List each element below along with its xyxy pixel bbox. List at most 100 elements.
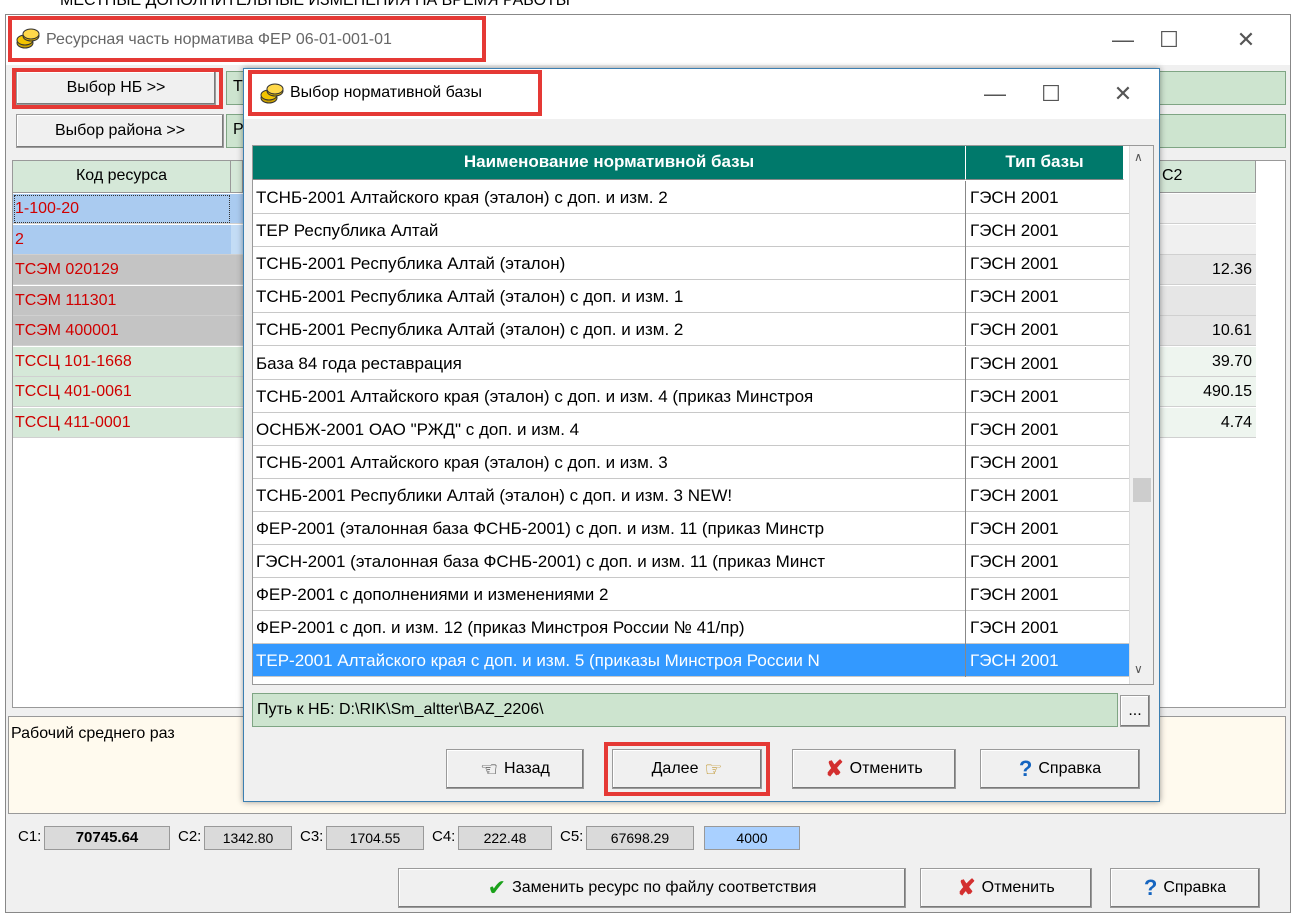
col-header-c2[interactable]: С2 [1158, 161, 1256, 193]
grid-row-code[interactable]: 1-100-20 [13, 194, 231, 224]
base-name-cell: ТЕР-2001 Алтайского края с доп. и изм. 5… [253, 644, 966, 678]
base-name-cell: ТСНБ-2001 Алтайского края (эталон) с доп… [253, 445, 966, 479]
main-help-button[interactable]: ? Справка [1110, 868, 1260, 908]
grid-row-c2[interactable]: 4.74 [1158, 407, 1256, 438]
main-cancel-button[interactable]: ✘ Отменить [920, 868, 1092, 908]
base-table-row[interactable]: ТСНБ-2001 Республика Алтай (эталон) ГЭСН … [253, 247, 1137, 281]
grid-row-name[interactable] [231, 316, 243, 346]
base-table-row[interactable]: ТСНБ-2001 Алтайского края (эталон) с доп… [253, 181, 1137, 214]
base-table-row[interactable]: ТЕР Республика Алтай ГЭСН 2001 [253, 214, 1137, 248]
grid-row-c2[interactable]: 490.15 [1158, 377, 1256, 407]
dialog-minimize-button[interactable]: — [972, 69, 1018, 119]
base-name-cell: ФЕР-2001 с дополнениями и изменениями 2 [253, 578, 966, 612]
col-header-code[interactable]: Код ресурса [13, 161, 231, 193]
grid-row-name[interactable] [231, 377, 243, 407]
maximize-button[interactable]: ☐ [1146, 15, 1192, 65]
base-type-cell: ГЭСН 2001 [970, 519, 1059, 538]
base-type-cell: ГЭСН 2001 [970, 353, 1059, 373]
base-table-row[interactable]: ФЕР-2001 с доп. и изм. 12 (приказ Минстр… [253, 611, 1137, 645]
grid-row-code[interactable]: ТССЦ 101-1668 [13, 346, 231, 377]
dialog-titlebar: Выбор нормативной базы — ☐ ✕ [244, 69, 1159, 119]
base-name-cell: ТСНБ-2001 Алтайского края (эталон) с доп… [253, 379, 966, 413]
base-table-row[interactable]: База 84 года реставрация ГЭСН 2001 [253, 346, 1137, 380]
grid-row-c2[interactable] [1158, 285, 1256, 316]
grid-row-name[interactable] [231, 194, 243, 224]
base-type-cell: ГЭСН 2001 [970, 386, 1059, 406]
base-name-cell: ФЕР-2001 (эталонная база ФСНБ-2001) с до… [253, 512, 966, 545]
grid-row-name[interactable] [231, 346, 243, 377]
grid-row-code[interactable]: ТСЭМ 111301 [13, 285, 231, 316]
base-type-cell: ГЭСН 2001 [970, 254, 1059, 274]
grid-row-code[interactable]: ТССЦ 411-0001 [13, 407, 231, 438]
base-table-row[interactable]: ГЭСН-2001 (эталонная база ФСНБ-2001) с д… [253, 545, 1137, 579]
base-table-row[interactable]: ОСНБЖ-2001 ОАО "РЖД" с доп. и изм. 4 ГЭСН… [253, 412, 1137, 446]
col-header-base-type[interactable]: Тип базы [966, 146, 1124, 180]
base-type-cell: ГЭСН 2001 [970, 188, 1059, 207]
base-type-cell: ГЭСН 2001 [970, 618, 1059, 638]
close-button[interactable]: ✕ [1223, 15, 1269, 65]
base-path-text: Путь к НБ: D:\RIK\Sm_altter\BAZ_2206\ [257, 701, 544, 718]
grid-row-code[interactable]: ТССЦ 401-0061 [13, 377, 231, 407]
base-name-cell: ТСНБ-2001 Алтайского края (эталон) с доп… [253, 181, 966, 214]
c1-value: 70745.64 [44, 826, 170, 850]
coins-icon [16, 28, 40, 50]
grid-row-name[interactable] [231, 285, 243, 316]
background-text: МЕСТНЫЕ ДОПОЛНИТЕЛЬНЫЕ ИЗМЕНЕНИЯ НА ВРЕМ… [60, 0, 570, 9]
grid-row-code[interactable]: 2 [13, 224, 231, 255]
grid-row-c2[interactable]: 10.61 [1158, 316, 1256, 346]
dialog-close-button[interactable]: ✕ [1100, 69, 1146, 119]
base-table-row[interactable]: ТСНБ-2001 Алтайского края (эталон) с доп… [253, 445, 1137, 479]
next-button[interactable]: Далее ☞ [612, 749, 762, 789]
c5-value: 67698.29 [586, 826, 694, 850]
grid-row-name[interactable] [231, 224, 243, 255]
grid-row-code[interactable]: ТСЭМ 400001 [13, 316, 231, 346]
cross-icon: ✘ [825, 756, 844, 781]
dialog-help-button[interactable]: ? Справка [980, 749, 1140, 789]
base-type-cell: ГЭСН 2001 [970, 552, 1059, 572]
col-header-name[interactable] [231, 161, 243, 193]
minimize-button[interactable]: — [1100, 15, 1146, 65]
table-scrollbar[interactable]: ∧ ∨ [1129, 146, 1153, 684]
base-name-cell: ГЭСН-2001 (эталонная база ФСНБ-2001) с д… [253, 545, 966, 579]
scroll-thumb[interactable] [1133, 478, 1151, 502]
scroll-down-icon[interactable]: ∨ [1134, 662, 1143, 676]
c3-label: С3: [300, 828, 324, 845]
base-table-row[interactable]: ФЕР-2001 с дополнениями и изменениями 2Г… [253, 578, 1137, 612]
hand-left-icon: ☜ [480, 758, 499, 781]
scroll-up-icon[interactable]: ∧ [1134, 150, 1143, 164]
help-icon: ? [1143, 875, 1158, 900]
grid-row-name[interactable] [231, 407, 243, 438]
base-type-cell: ГЭСН 2001 [970, 485, 1059, 505]
main-titlebar: Ресурсная часть норматива ФЕР 06-01-001-… [6, 15, 1290, 65]
base-name-cell: ТСНБ-2001 Республика Алтай (эталон) с до… [253, 280, 966, 314]
base-table[interactable]: Наименование нормативной базы Тип базы Т… [252, 145, 1154, 685]
grid-row-c2[interactable]: 12.36 [1158, 255, 1256, 285]
grid-row-c2[interactable] [1158, 194, 1256, 224]
col-header-base-name[interactable]: Наименование нормативной базы [253, 146, 966, 180]
grid-row-code[interactable]: ТСЭМ 020129 [13, 255, 231, 285]
grid-row-name[interactable] [231, 255, 243, 285]
replace-resource-button[interactable]: ✔ Заменить ресурс по файлу соответствия [398, 868, 906, 908]
base-type-cell: ГЭСН 2001 [970, 452, 1059, 472]
select-nb-button[interactable]: Выбор НБ >> [16, 71, 216, 105]
browse-button[interactable]: ... [1120, 695, 1150, 727]
base-table-row[interactable]: ТСНБ-2001 Республики Алтай (эталон) с до… [253, 478, 1137, 512]
c2-value: 1342.80 [204, 826, 292, 850]
c1-label: С1: [18, 828, 42, 845]
back-button[interactable]: ☜ Назад [446, 749, 584, 789]
base-table-row[interactable]: ТЕР-2001 Алтайского края с доп. и изм. 5… [253, 644, 1137, 678]
extra-value: 4000 [704, 826, 800, 850]
select-region-button[interactable]: Выбор района >> [16, 114, 224, 148]
dialog-cancel-button[interactable]: ✘ Отменить [792, 749, 956, 789]
base-table-row[interactable]: ТСНБ-2001 Республика Алтай (эталон) с до… [253, 313, 1137, 347]
base-table-row[interactable]: ТСНБ-2001 Алтайского края (эталон) с доп… [253, 379, 1137, 413]
base-name-cell: ТСНБ-2001 Республика Алтай (эталон) с до… [253, 313, 966, 347]
grid-row-c2[interactable]: 39.70 [1158, 346, 1256, 377]
grid-row-c2[interactable] [1158, 224, 1256, 255]
base-type-cell: ГЭСН 2001 [970, 651, 1059, 671]
dialog-maximize-button[interactable]: ☐ [1028, 69, 1074, 119]
c3-value: 1704.55 [326, 826, 424, 850]
base-table-row[interactable]: ФЕР-2001 (эталонная база ФСНБ-2001) с до… [253, 512, 1137, 545]
c4-label: С4: [432, 828, 456, 845]
base-table-row[interactable]: ТСНБ-2001 Республика Алтай (эталон) с до… [253, 280, 1137, 314]
